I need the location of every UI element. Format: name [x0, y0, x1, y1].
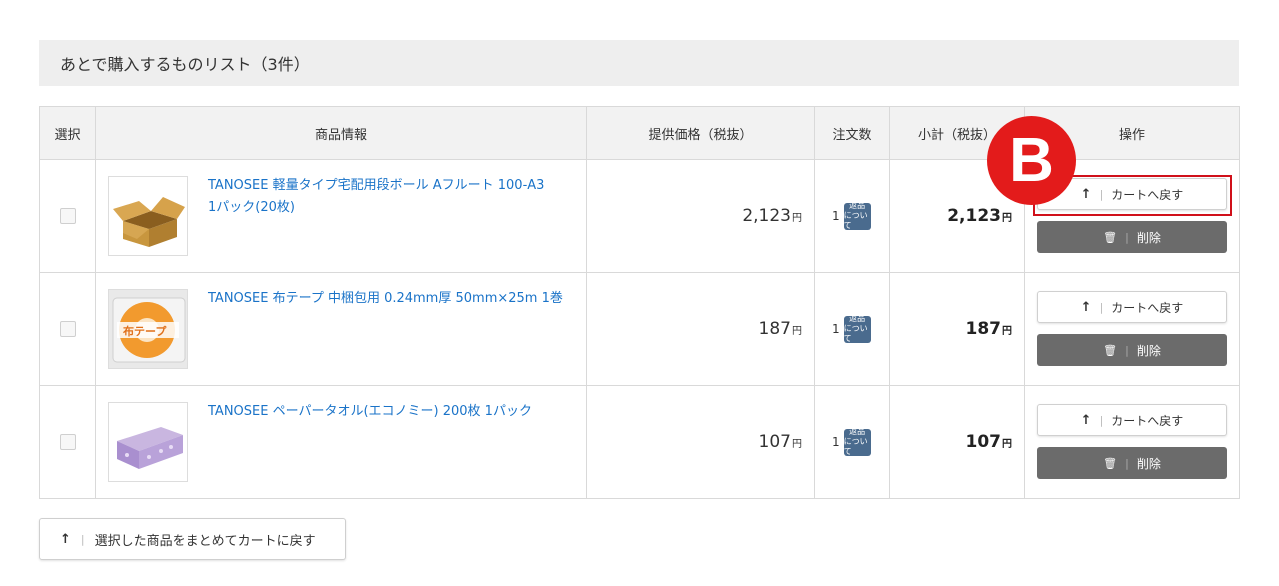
product-name-line1: TANOSEE 布テープ 中梱包用 0.24mm厚 50mm×25m 1巻: [208, 291, 563, 306]
product-name-line2: 1パック(20枚): [208, 200, 295, 215]
yen-unit: 円: [792, 439, 802, 450]
yen-unit: 円: [792, 213, 802, 224]
row-checkbox[interactable]: [59, 434, 76, 450]
return-badge-line1: 返品: [849, 201, 866, 210]
qty-cell: 1 返品 について: [814, 385, 890, 499]
product-name-line1: TANOSEE 軽量タイプ宅配用段ボール Aフルート 100-A3: [208, 178, 545, 193]
paper-towel-icon: [117, 427, 183, 469]
product-name-link[interactable]: TANOSEE 軽量タイプ宅配用段ボール Aフルート 100-A3 1パック(2…: [208, 175, 570, 219]
table-row: TANOSEE ペーパータオル(エコノミー) 200枚 1パック 107円 1 …: [39, 385, 1240, 499]
qty-value: 1: [832, 435, 840, 449]
price-value: 187: [758, 319, 791, 339]
product-name-line1: TANOSEE ペーパータオル(エコノミー) 200枚 1パック: [208, 404, 532, 419]
cardboard-box-icon: [113, 197, 185, 247]
return-to-cart-label: カートへ戻す: [1111, 187, 1184, 202]
delete-button[interactable]: 🗑 | 削除: [1037, 221, 1227, 253]
yen-unit: 円: [1002, 326, 1012, 337]
return-badge-line1: 返品: [849, 427, 866, 436]
delete-label: 削除: [1136, 456, 1161, 471]
tape-label-text: 布テープ: [123, 324, 167, 338]
button-separator: |: [80, 532, 85, 546]
yen-unit: 円: [1002, 439, 1012, 450]
return-to-cart-button[interactable]: ↑ | カートへ戻す: [1037, 291, 1227, 323]
product-info-cell: TANOSEE 軽量タイプ宅配用段ボール Aフルート 100-A3 1パック(2…: [95, 159, 587, 273]
return-policy-badge[interactable]: 返品 について: [843, 314, 871, 343]
delete-label: 削除: [1136, 230, 1161, 245]
trash-icon: 🗑: [1103, 456, 1118, 470]
ops-cell: ↑ | カートへ戻す 🗑 | 削除: [1024, 385, 1240, 499]
delete-button[interactable]: 🗑 | 削除: [1037, 334, 1227, 366]
column-header-info: 商品情報: [95, 106, 587, 160]
yen-unit: 円: [792, 326, 802, 337]
return-badge-line2: について: [843, 324, 868, 343]
subtotal-value: 187: [965, 319, 1002, 339]
trash-icon: 🗑: [1103, 230, 1118, 244]
qty-cell: 1 返品 について: [814, 272, 890, 386]
product-image-cardboard-box[interactable]: [108, 176, 188, 256]
select-cell: [39, 159, 96, 273]
qty-value: 1: [832, 322, 840, 336]
arrow-up-icon: ↑: [1080, 412, 1092, 428]
arrow-up-icon: ↑: [1080, 299, 1092, 315]
product-info-cell: 布テープ TANOSEE 布テープ 中梱包用 0.24mm厚 50mm×25m …: [95, 272, 587, 386]
product-image-paper-towel[interactable]: [108, 402, 188, 482]
return-badge-line2: について: [843, 437, 868, 456]
ops-cell: ↑ | カートへ戻す 🗑 | 削除: [1024, 272, 1240, 386]
row-checkbox[interactable]: [59, 208, 76, 224]
subtotal-value: 107: [965, 432, 1002, 452]
marker-label: B: [1009, 126, 1054, 195]
select-cell: [39, 272, 96, 386]
product-name-link[interactable]: TANOSEE 布テープ 中梱包用 0.24mm厚 50mm×25m 1巻: [208, 288, 570, 310]
section-header: あとで購入するものリスト（3件）: [39, 40, 1239, 86]
price-value: 2,123: [742, 206, 791, 226]
product-image-cloth-tape[interactable]: 布テープ: [108, 289, 188, 369]
return-badge-line2: について: [843, 211, 868, 230]
price-cell: 2,123円: [586, 159, 815, 273]
column-header-qty: 注文数: [814, 106, 890, 160]
price-cell: 187円: [586, 272, 815, 386]
trash-icon: 🗑: [1103, 343, 1118, 357]
delete-label: 削除: [1136, 343, 1161, 358]
yen-unit: 円: [1002, 213, 1012, 224]
arrow-up-icon: ↑: [1080, 186, 1092, 202]
bulk-return-to-cart-button[interactable]: ↑ | 選択した商品をまとめてカートに戻す: [39, 518, 346, 560]
button-separator: |: [1125, 343, 1129, 357]
return-to-cart-button[interactable]: ↑ | カートへ戻す: [1037, 404, 1227, 436]
return-policy-badge[interactable]: 返品 について: [843, 201, 871, 230]
return-badge-line1: 返品: [849, 314, 866, 323]
button-separator: |: [1099, 187, 1104, 201]
product-info-cell: TANOSEE ペーパータオル(エコノミー) 200枚 1パック: [95, 385, 587, 499]
delete-button[interactable]: 🗑 | 削除: [1037, 447, 1227, 479]
product-name-link[interactable]: TANOSEE ペーパータオル(エコノミー) 200枚 1パック: [208, 401, 570, 423]
column-header-select: 選択: [39, 106, 96, 160]
subtotal-cell: 107円: [889, 385, 1025, 499]
return-policy-badge[interactable]: 返品 について: [843, 427, 871, 456]
subtotal-cell: 187円: [889, 272, 1025, 386]
button-separator: |: [1125, 230, 1129, 244]
price-cell: 107円: [586, 385, 815, 499]
button-separator: |: [1099, 300, 1104, 314]
return-to-cart-label: カートへ戻す: [1111, 413, 1184, 428]
return-to-cart-label: カートへ戻す: [1111, 300, 1184, 315]
arrow-up-icon: ↑: [60, 531, 71, 547]
qty-value: 1: [832, 209, 840, 223]
table-row: 布テープ TANOSEE 布テープ 中梱包用 0.24mm厚 50mm×25m …: [39, 272, 1240, 386]
cloth-tape-icon: 布テープ: [109, 290, 187, 368]
annotation-marker-b: B: [987, 116, 1076, 205]
row-checkbox[interactable]: [59, 321, 76, 337]
qty-cell: 1 返品 について: [814, 159, 890, 273]
subtotal-value: 2,123: [947, 206, 1001, 226]
select-cell: [39, 385, 96, 499]
button-separator: |: [1125, 456, 1129, 470]
section-title: あとで購入するものリスト（3件）: [60, 55, 310, 74]
bulk-return-label: 選択した商品をまとめてカートに戻す: [94, 533, 316, 549]
price-value: 107: [758, 432, 791, 452]
button-separator: |: [1099, 413, 1104, 427]
column-header-price: 提供価格（税抜）: [586, 106, 815, 160]
